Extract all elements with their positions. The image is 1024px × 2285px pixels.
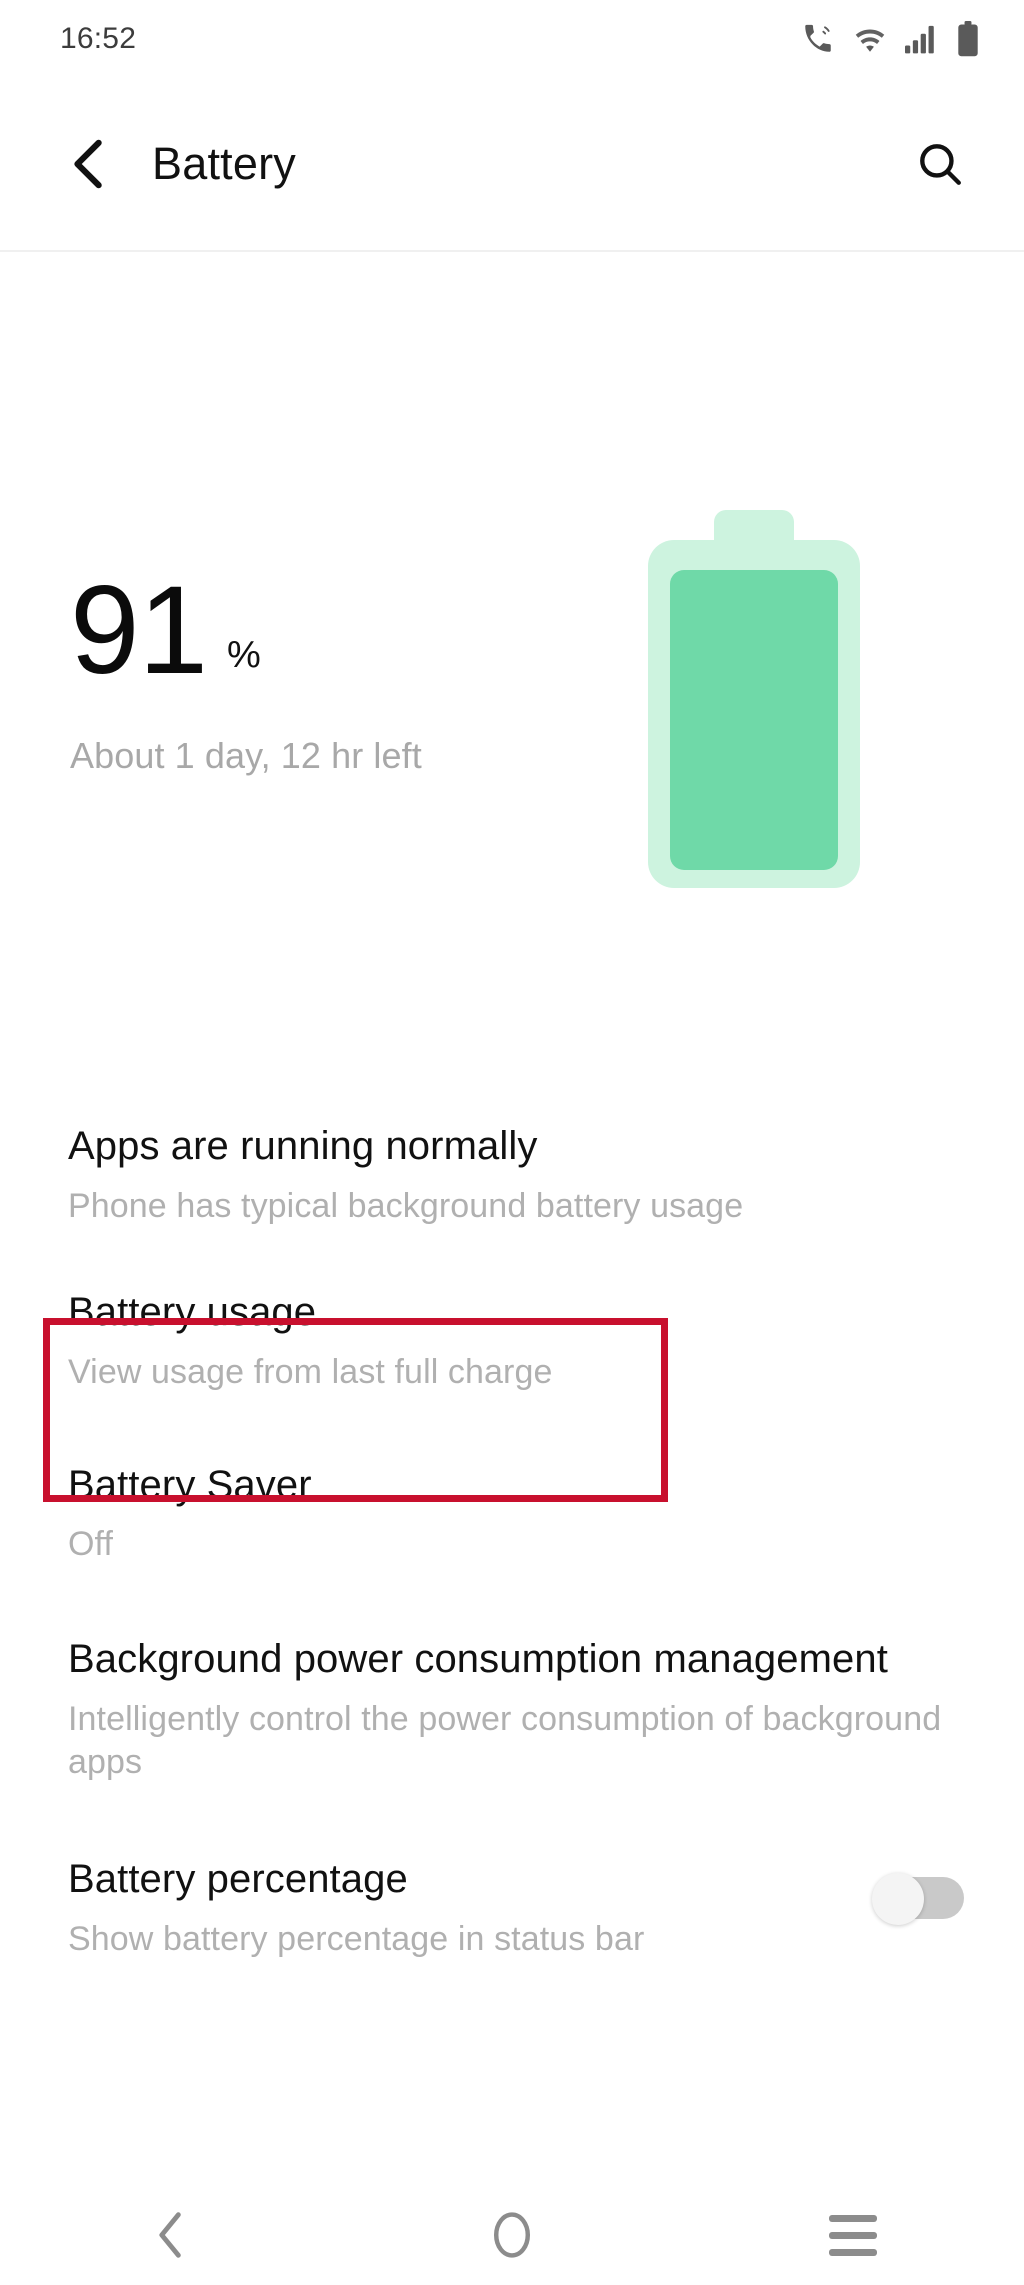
battery-graphic-icon bbox=[638, 510, 870, 888]
settings-list: Apps are running normally Phone has typi… bbox=[0, 1100, 1024, 1981]
app-bar: Battery bbox=[0, 78, 1024, 250]
app-status-title: Apps are running normally bbox=[68, 1124, 538, 1168]
battery-saver-title: Battery Saver bbox=[68, 1462, 312, 1507]
battery-percentage-toggle[interactable] bbox=[872, 1872, 964, 1925]
back-button[interactable] bbox=[58, 133, 120, 195]
battery-icon bbox=[956, 21, 980, 57]
battery-percent-row: 91 % bbox=[70, 568, 422, 693]
battery-usage-subtitle: View usage from last full charge bbox=[68, 1353, 553, 1392]
nav-home-icon bbox=[493, 2212, 530, 2258]
toggle-knob bbox=[872, 1872, 924, 1925]
background-power-title: Background power consumption management bbox=[68, 1636, 888, 1681]
app-status-subtitle: Phone has typical background battery usa… bbox=[68, 1186, 744, 1225]
list-item-background-power[interactable]: Background power consumption management … bbox=[0, 1597, 1024, 1819]
status-bar: 16:52 bbox=[0, 0, 1024, 78]
nav-recents-icon bbox=[829, 2214, 878, 2256]
nav-home-button[interactable] bbox=[341, 2185, 682, 2285]
system-navigation-bar bbox=[0, 2185, 1024, 2285]
battery-level-text: 91 % About 1 day, 12 hr left bbox=[70, 568, 422, 777]
status-bar-clock: 16:52 bbox=[60, 22, 137, 55]
status-bar-icons bbox=[801, 21, 980, 57]
battery-percent-value: 91 bbox=[70, 561, 208, 700]
volte-call-icon bbox=[801, 22, 835, 56]
list-item-battery-usage[interactable]: Battery usage View usage from last full … bbox=[0, 1262, 1024, 1424]
battery-percentage-subtitle: Show battery percentage in status bar bbox=[68, 1919, 645, 1958]
nav-recents-button[interactable] bbox=[683, 2185, 1024, 2285]
list-item-battery-saver[interactable]: Battery Saver Off bbox=[0, 1425, 1024, 1597]
battery-time-remaining: About 1 day, 12 hr left bbox=[70, 735, 422, 776]
battery-summary: 91 % About 1 day, 12 hr left bbox=[0, 252, 1024, 1102]
chevron-left-icon bbox=[74, 139, 102, 189]
list-item-battery-percentage[interactable]: Battery percentage Show battery percenta… bbox=[0, 1819, 1024, 1981]
battery-saver-subtitle: Off bbox=[68, 1525, 114, 1564]
page-title: Battery bbox=[152, 138, 296, 189]
nav-back-button[interactable] bbox=[0, 2185, 341, 2285]
battery-usage-title: Battery usage bbox=[68, 1290, 317, 1335]
battery-percent-symbol: % bbox=[227, 634, 261, 676]
search-button[interactable] bbox=[908, 132, 972, 196]
search-icon bbox=[920, 144, 961, 185]
list-item-app-status: Apps are running normally Phone has typi… bbox=[0, 1100, 1024, 1262]
background-power-subtitle: Intelligently control the power consumpt… bbox=[68, 1699, 942, 1782]
nav-back-icon bbox=[159, 2212, 181, 2258]
battery-graphic-fill bbox=[670, 570, 838, 870]
wifi-icon bbox=[852, 21, 888, 57]
cellular-signal-icon bbox=[905, 24, 939, 54]
battery-percentage-title: Battery percentage bbox=[68, 1856, 408, 1901]
battery-settings-screen: 16:52 Battery 91 % About 1 day, 12 hr le… bbox=[0, 0, 1024, 2285]
